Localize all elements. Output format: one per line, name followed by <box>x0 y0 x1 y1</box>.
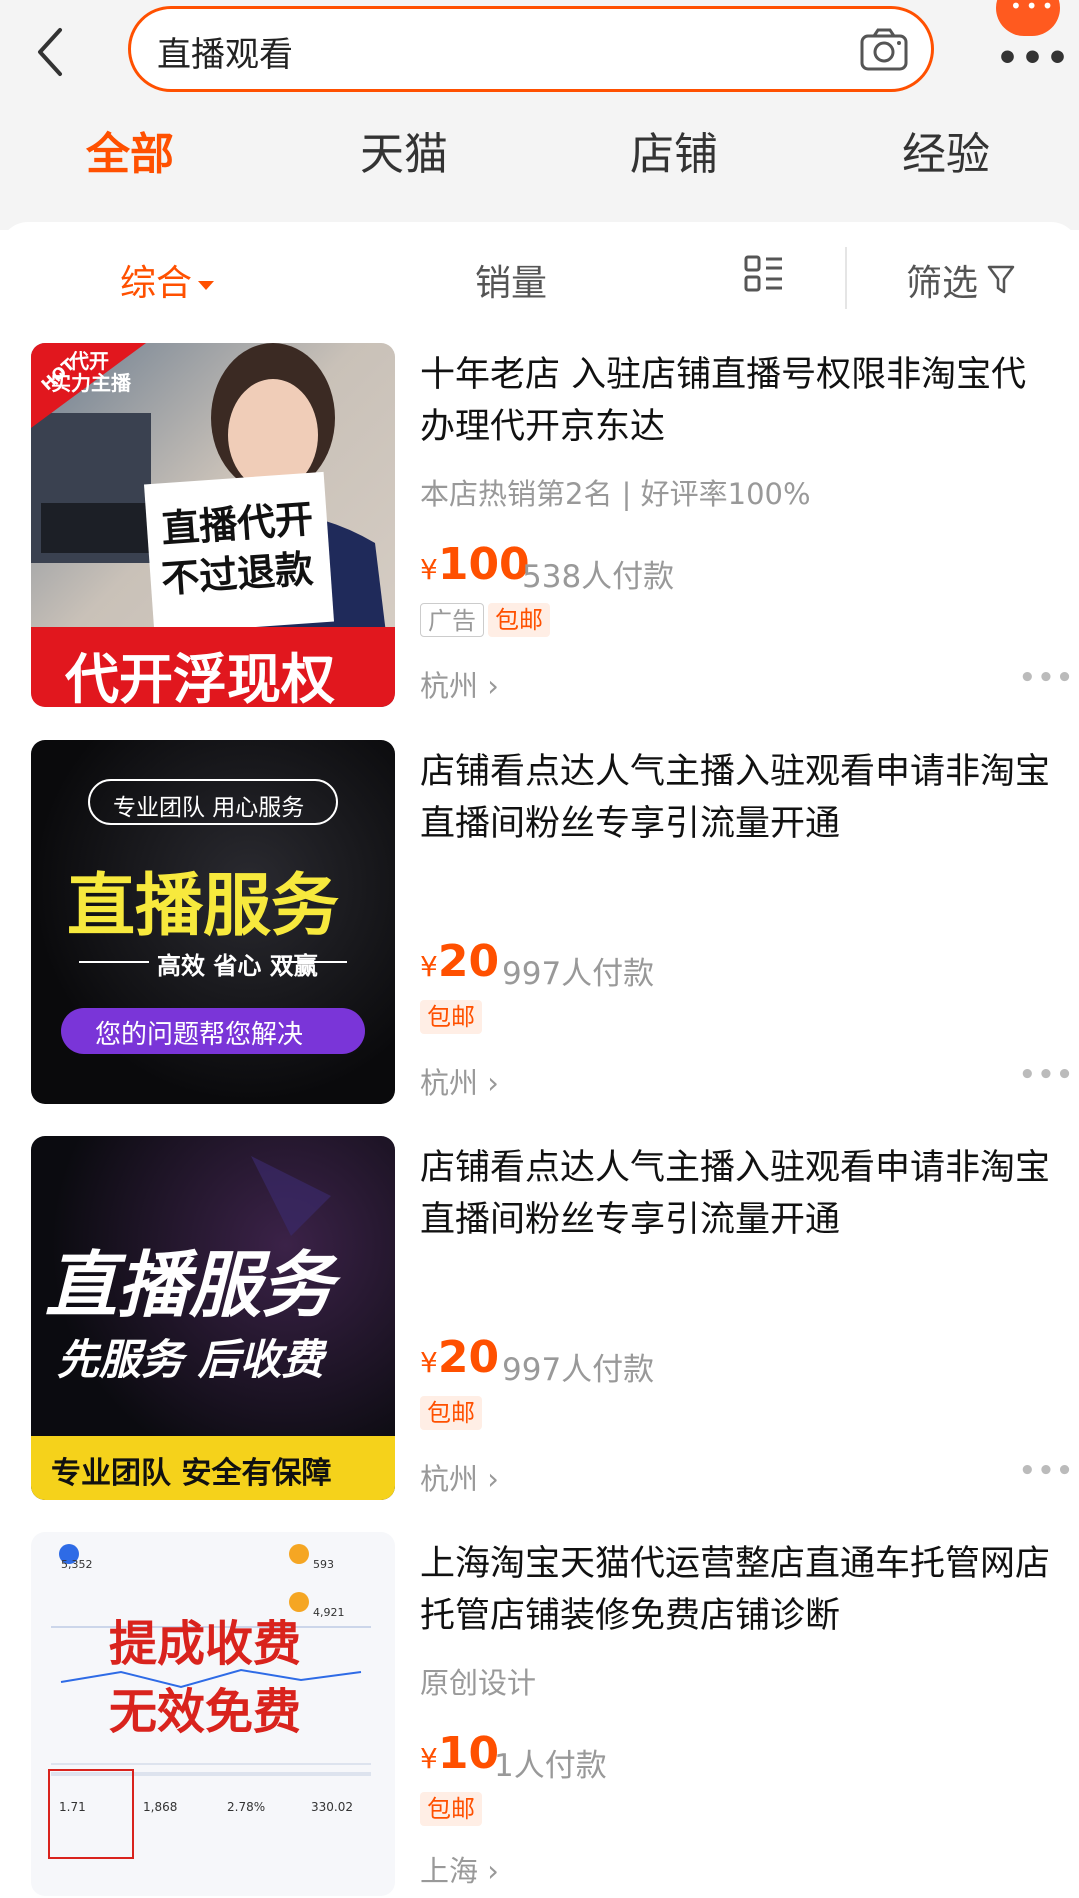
caret-down-icon <box>198 280 215 290</box>
location-link[interactable]: 杭州 › <box>420 1060 499 1102</box>
free-shipping-tag: 包邮 <box>488 603 550 637</box>
banner-text: 专业团队 安全有保障 <box>51 1456 332 1491</box>
stat-value: 5,352 <box>61 1558 93 1571</box>
pill-text: 专业团队 用心服务 <box>113 795 305 821</box>
badge-dots-icon: ••• <box>1010 0 1058 18</box>
sort-comprehensive[interactable]: 综合 <box>120 254 215 306</box>
stat-value: 1.71 <box>59 1800 86 1814</box>
sold-count: 997人付款 <box>502 1352 655 1388</box>
camera-icon[interactable] <box>859 27 909 73</box>
free-shipping-tag: 包邮 <box>420 1396 482 1430</box>
tab-shops[interactable]: 店铺 <box>630 118 718 182</box>
more-options-icon[interactable]: ••• <box>1019 663 1075 693</box>
price: ¥20 <box>420 1332 500 1383</box>
product-card[interactable]: 5,352 593 4,921 提成收费 无效免费 1.71 1,868 2.7… <box>0 1532 1079 1898</box>
banner-text: 代开浮现权 <box>65 648 335 707</box>
price: ¥10 <box>420 1728 500 1779</box>
price: ¥100 <box>420 539 530 590</box>
location-link[interactable]: 杭州 › <box>420 663 499 705</box>
divider <box>845 247 847 309</box>
sold-count: 538人付款 <box>522 559 675 595</box>
headline-text: 直播服务 <box>67 867 340 946</box>
stat-value: 330.02 <box>311 1800 353 1814</box>
product-title[interactable]: 上海淘宝天猫代运营整店直通车托管网店托管店铺装修免费店铺诊断 <box>420 1538 1056 1642</box>
product-title[interactable]: 十年老店 入驻店铺直播号权限非淘宝代办理代开京东达 <box>420 349 1056 453</box>
more-menu[interactable]: ••• ••• <box>986 0 1069 80</box>
grid-list-toggle-icon[interactable] <box>744 254 784 294</box>
location-link[interactable]: 上海 › <box>420 1848 499 1890</box>
product-subtitle: 本店热销第2名 | 好评率100% <box>420 477 811 511</box>
tab-all[interactable]: 全部 <box>86 118 174 182</box>
category-tabs: 全部 天猫 店铺 经验 <box>0 118 1079 198</box>
ad-tag: 广告 <box>420 603 484 637</box>
free-shipping-tag: 包邮 <box>420 1792 482 1826</box>
sold-count: 997人付款 <box>502 956 655 992</box>
headline-text: 直播服务 <box>45 1243 334 1327</box>
sort-comprehensive-label: 综合 <box>120 263 193 304</box>
product-card[interactable]: HOT 代开 实力主播 直播代开 不过退款 代开浮现权 十年老店 入驻店铺直播号… <box>0 343 1079 709</box>
location-link[interactable]: 杭州 › <box>420 1456 499 1498</box>
product-title[interactable]: 店铺看点达人气主播入驻观看申请非淘宝直播间粉丝专享引流量开通 <box>420 746 1056 850</box>
search-box[interactable]: 直播观看 <box>128 6 934 92</box>
button-text: 您的问题帮您解决 <box>95 1020 304 1050</box>
free-shipping-tag: 包邮 <box>420 1000 482 1034</box>
more-icon[interactable]: ••• <box>996 38 1071 79</box>
more-options-icon[interactable]: ••• <box>1019 1456 1075 1486</box>
product-image[interactable]: HOT 代开 实力主播 直播代开 不过退款 代开浮现权 <box>31 343 395 707</box>
filter-icon[interactable] <box>987 264 1015 296</box>
headline-text: 提成收费 <box>109 1616 302 1672</box>
product-image[interactable]: 专业团队 用心服务 直播服务 高效 省心 双赢 您的问题帮您解决 <box>31 740 395 1104</box>
filter-button[interactable]: 筛选 <box>906 254 978 306</box>
product-title[interactable]: 店铺看点达人气主播入驻观看申请非淘宝直播间粉丝专享引流量开通 <box>420 1142 1056 1246</box>
stat-value: 4,921 <box>313 1606 345 1619</box>
slogan-text: 高效 省心 双赢 <box>157 952 318 980</box>
tab-tmall[interactable]: 天猫 <box>360 118 448 182</box>
stat-value: 2.78% <box>227 1800 266 1814</box>
subheadline-text: 先服务 后收费 <box>57 1335 324 1384</box>
product-card[interactable]: 专业团队 用心服务 直播服务 高效 省心 双赢 您的问题帮您解决 店铺看点达人气… <box>0 740 1079 1106</box>
more-options-icon[interactable]: ••• <box>1019 1060 1075 1090</box>
price: ¥20 <box>420 936 500 987</box>
corner-text: 实力主播 <box>51 371 131 395</box>
sold-count: 1人付款 <box>494 1748 607 1784</box>
sort-sales[interactable]: 销量 <box>475 254 547 306</box>
message-badge: ••• <box>996 0 1060 36</box>
back-arrow-icon[interactable] <box>32 22 72 82</box>
stat-value: 593 <box>313 1558 334 1571</box>
product-image[interactable]: 5,352 593 4,921 提成收费 无效免费 1.71 1,868 2.7… <box>31 1532 395 1896</box>
top-bar: 直播观看 ••• ••• 全部 天猫 店铺 经验 <box>0 0 1079 230</box>
search-input[interactable]: 直播观看 <box>157 27 293 76</box>
tab-experience[interactable]: 经验 <box>902 118 990 182</box>
product-card[interactable]: 直播服务 先服务 后收费 专业团队 安全有保障 店铺看点达人气主播入驻观看申请非… <box>0 1136 1079 1502</box>
product-image[interactable]: 直播服务 先服务 后收费 专业团队 安全有保障 <box>31 1136 395 1500</box>
sort-bar: 综合 销量 筛选 <box>0 222 1079 334</box>
stat-value: 1,868 <box>143 1800 178 1814</box>
sign-text: 不过退款 <box>159 546 315 602</box>
headline-text: 无效免费 <box>109 1684 302 1740</box>
product-subtitle: 原创设计 <box>420 1666 537 1700</box>
